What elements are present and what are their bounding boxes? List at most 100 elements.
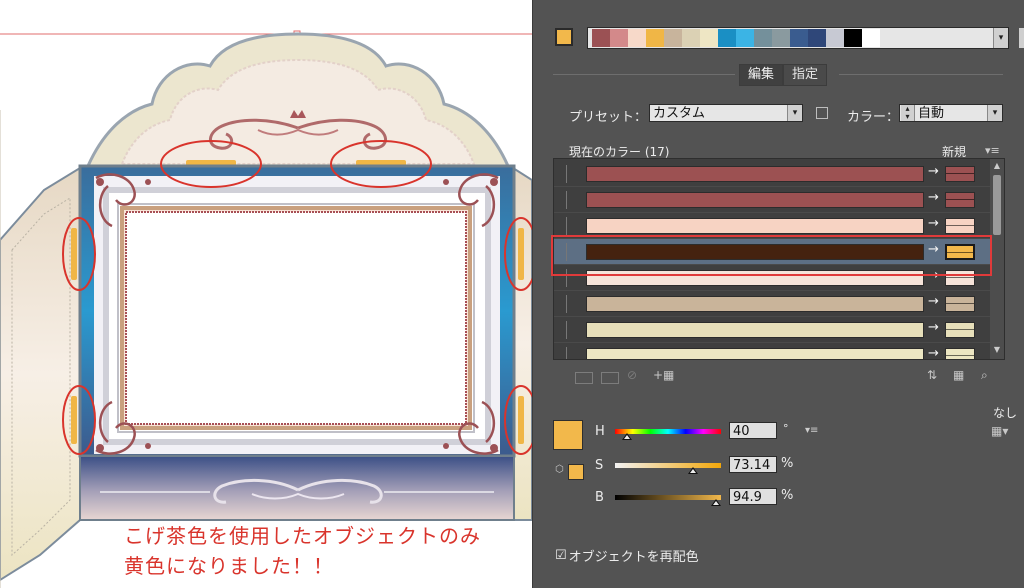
selected-row-highlight <box>551 235 992 276</box>
b-label: B <box>595 490 604 505</box>
s-label: S <box>595 458 604 473</box>
scroll-down-icon[interactable]: ▼ <box>992 345 1002 355</box>
preset-options-icon[interactable] <box>816 107 828 119</box>
randomly-change-saturation-icon[interactable]: ▦ <box>953 368 964 382</box>
merge-colors-icon[interactable] <box>575 372 593 384</box>
preset-value: カスタム <box>653 106 706 121</box>
current-color-preview <box>553 420 583 450</box>
brightness-unit: % <box>781 488 794 503</box>
scroll-up-icon[interactable]: ▲ <box>992 161 1002 171</box>
divider-left <box>553 74 735 75</box>
color-row[interactable]: → <box>554 291 990 317</box>
exclude-colors-icon[interactable]: ⊘ <box>627 368 637 382</box>
row-grip <box>566 165 567 183</box>
current-color-bar[interactable] <box>586 192 924 208</box>
saturation-slider-track[interactable] <box>615 463 721 468</box>
scrollbar-thumb[interactable] <box>993 175 1001 235</box>
preset-label: プリセット： <box>569 110 648 125</box>
mode-tabs: 編集 指定 <box>739 64 828 86</box>
color-count-value: 自動 <box>918 106 945 121</box>
sort-menu-icon[interactable]: ▾≡ <box>985 144 1000 157</box>
current-color-bar[interactable] <box>586 322 924 338</box>
current-color-bar[interactable] <box>586 218 924 234</box>
annotation-line-1: こげ茶色を使用したオブジェクトのみ <box>124 524 481 548</box>
color-group-strip[interactable]: ▾ <box>587 27 1009 49</box>
brightness-slider-track[interactable] <box>615 495 721 500</box>
color-group-swatch <box>844 29 862 47</box>
color-row[interactable]: → <box>554 187 990 213</box>
new-color-swatch[interactable] <box>945 192 975 208</box>
new-row-icon[interactable]: +▦ <box>653 368 674 382</box>
arrow-right-icon[interactable]: → <box>928 216 939 231</box>
new-color-swatch[interactable] <box>945 322 975 338</box>
color-group-swatch <box>736 29 754 47</box>
color-mode-icon[interactable]: ▦▾ <box>991 424 1008 438</box>
color-count-stepper-icon[interactable]: ▴ ▾ <box>901 105 915 121</box>
saturation-value-field[interactable]: 73.14 <box>729 456 777 473</box>
new-color-swatch[interactable] <box>945 218 975 234</box>
color-group-swatch <box>790 29 808 47</box>
tab-assign[interactable]: 指定 <box>783 64 828 86</box>
color-group-swatch <box>754 29 772 47</box>
arrow-right-icon[interactable]: → <box>928 320 939 335</box>
recolor-checkbox[interactable]: ☑ <box>555 548 567 563</box>
hue-value-field[interactable]: 40 <box>729 422 777 439</box>
color-group-swatch <box>772 29 790 47</box>
brightness-slider-thumb[interactable] <box>710 499 721 506</box>
preset-dropdown-arrow-icon[interactable]: ▾ <box>787 105 802 121</box>
annotation-line-2: 黄色になりました！！ <box>124 554 334 578</box>
color-count-dropdown-arrow-icon[interactable]: ▾ <box>987 105 1002 121</box>
color-group-swatch <box>682 29 700 47</box>
arrow-right-icon[interactable]: → <box>928 346 939 359</box>
preset-dropdown[interactable]: カスタム ▾ <box>649 104 803 122</box>
hue-unit: ° <box>783 422 789 435</box>
color-group-swatch <box>862 29 880 47</box>
color-group-swatch <box>610 29 628 47</box>
color-row[interactable]: → <box>554 343 990 359</box>
recolor-artwork-option[interactable]: ☑ オブジェクトを再配色 <box>555 546 699 565</box>
color-group-swatch <box>628 29 646 47</box>
color-list-scrollbar[interactable]: ▲ ▼ <box>990 159 1004 359</box>
active-color-swatch[interactable] <box>555 28 573 46</box>
recolor-artwork-panel: ▾ 編集 指定 プリセット： カスタム ▾ カラー： ▴ ▾ 自動 ▾ 現在のカラ… <box>532 0 1024 588</box>
gamut-cube-icon[interactable]: ⬡ <box>555 464 564 475</box>
row-grip <box>566 295 567 313</box>
color-group-swatch <box>808 29 826 47</box>
arrow-right-icon[interactable]: → <box>928 164 939 179</box>
arrow-right-icon[interactable]: → <box>928 294 939 309</box>
color-group-dropdown-icon[interactable]: ▾ <box>993 28 1008 48</box>
hsb-options-icon[interactable]: ▾≡ <box>805 425 818 436</box>
current-color-bar[interactable] <box>586 166 924 182</box>
color-count-dropdown[interactable]: ▴ ▾ 自動 ▾ <box>899 104 1003 122</box>
separate-colors-icon[interactable] <box>601 372 619 384</box>
color-group-swatch <box>592 29 610 47</box>
current-color-bar[interactable] <box>586 348 924 359</box>
new-color-swatch[interactable] <box>945 348 975 359</box>
none-label: なし <box>993 406 1018 420</box>
h-label: H <box>595 424 605 439</box>
new-color-swatch[interactable] <box>945 296 975 312</box>
recolor-label: オブジェクトを再配色 <box>568 550 699 565</box>
color-group-swatch <box>826 29 844 47</box>
in-gamut-swatch[interactable] <box>568 464 584 480</box>
color-group-swatches <box>592 29 882 47</box>
saturation-slider-thumb[interactable] <box>687 467 698 474</box>
color-row[interactable]: → <box>554 317 990 343</box>
panel-edge-button[interactable] <box>1019 28 1024 48</box>
artboard-canvas[interactable]: こげ茶色を使用したオブジェクトのみ 黄色になりました！！ <box>0 0 532 588</box>
current-color-bar[interactable] <box>586 296 924 312</box>
randomly-change-order-icon[interactable]: ⇅ <box>927 368 937 382</box>
arrow-right-icon[interactable]: → <box>928 190 939 205</box>
find-colors-icon[interactable]: ⌕ <box>981 368 988 383</box>
color-row[interactable]: → <box>554 161 990 187</box>
color-group-swatch <box>700 29 718 47</box>
row-grip <box>566 347 567 359</box>
hue-slider-thumb[interactable] <box>621 433 632 440</box>
brightness-value-field[interactable]: 94.9 <box>729 488 777 505</box>
row-grip <box>566 321 567 339</box>
tab-edit[interactable]: 編集 <box>739 64 784 86</box>
color-group-swatch <box>664 29 682 47</box>
new-color-swatch[interactable] <box>945 166 975 182</box>
divider-right <box>839 74 1003 75</box>
ornate-frame-artwork <box>0 30 532 588</box>
